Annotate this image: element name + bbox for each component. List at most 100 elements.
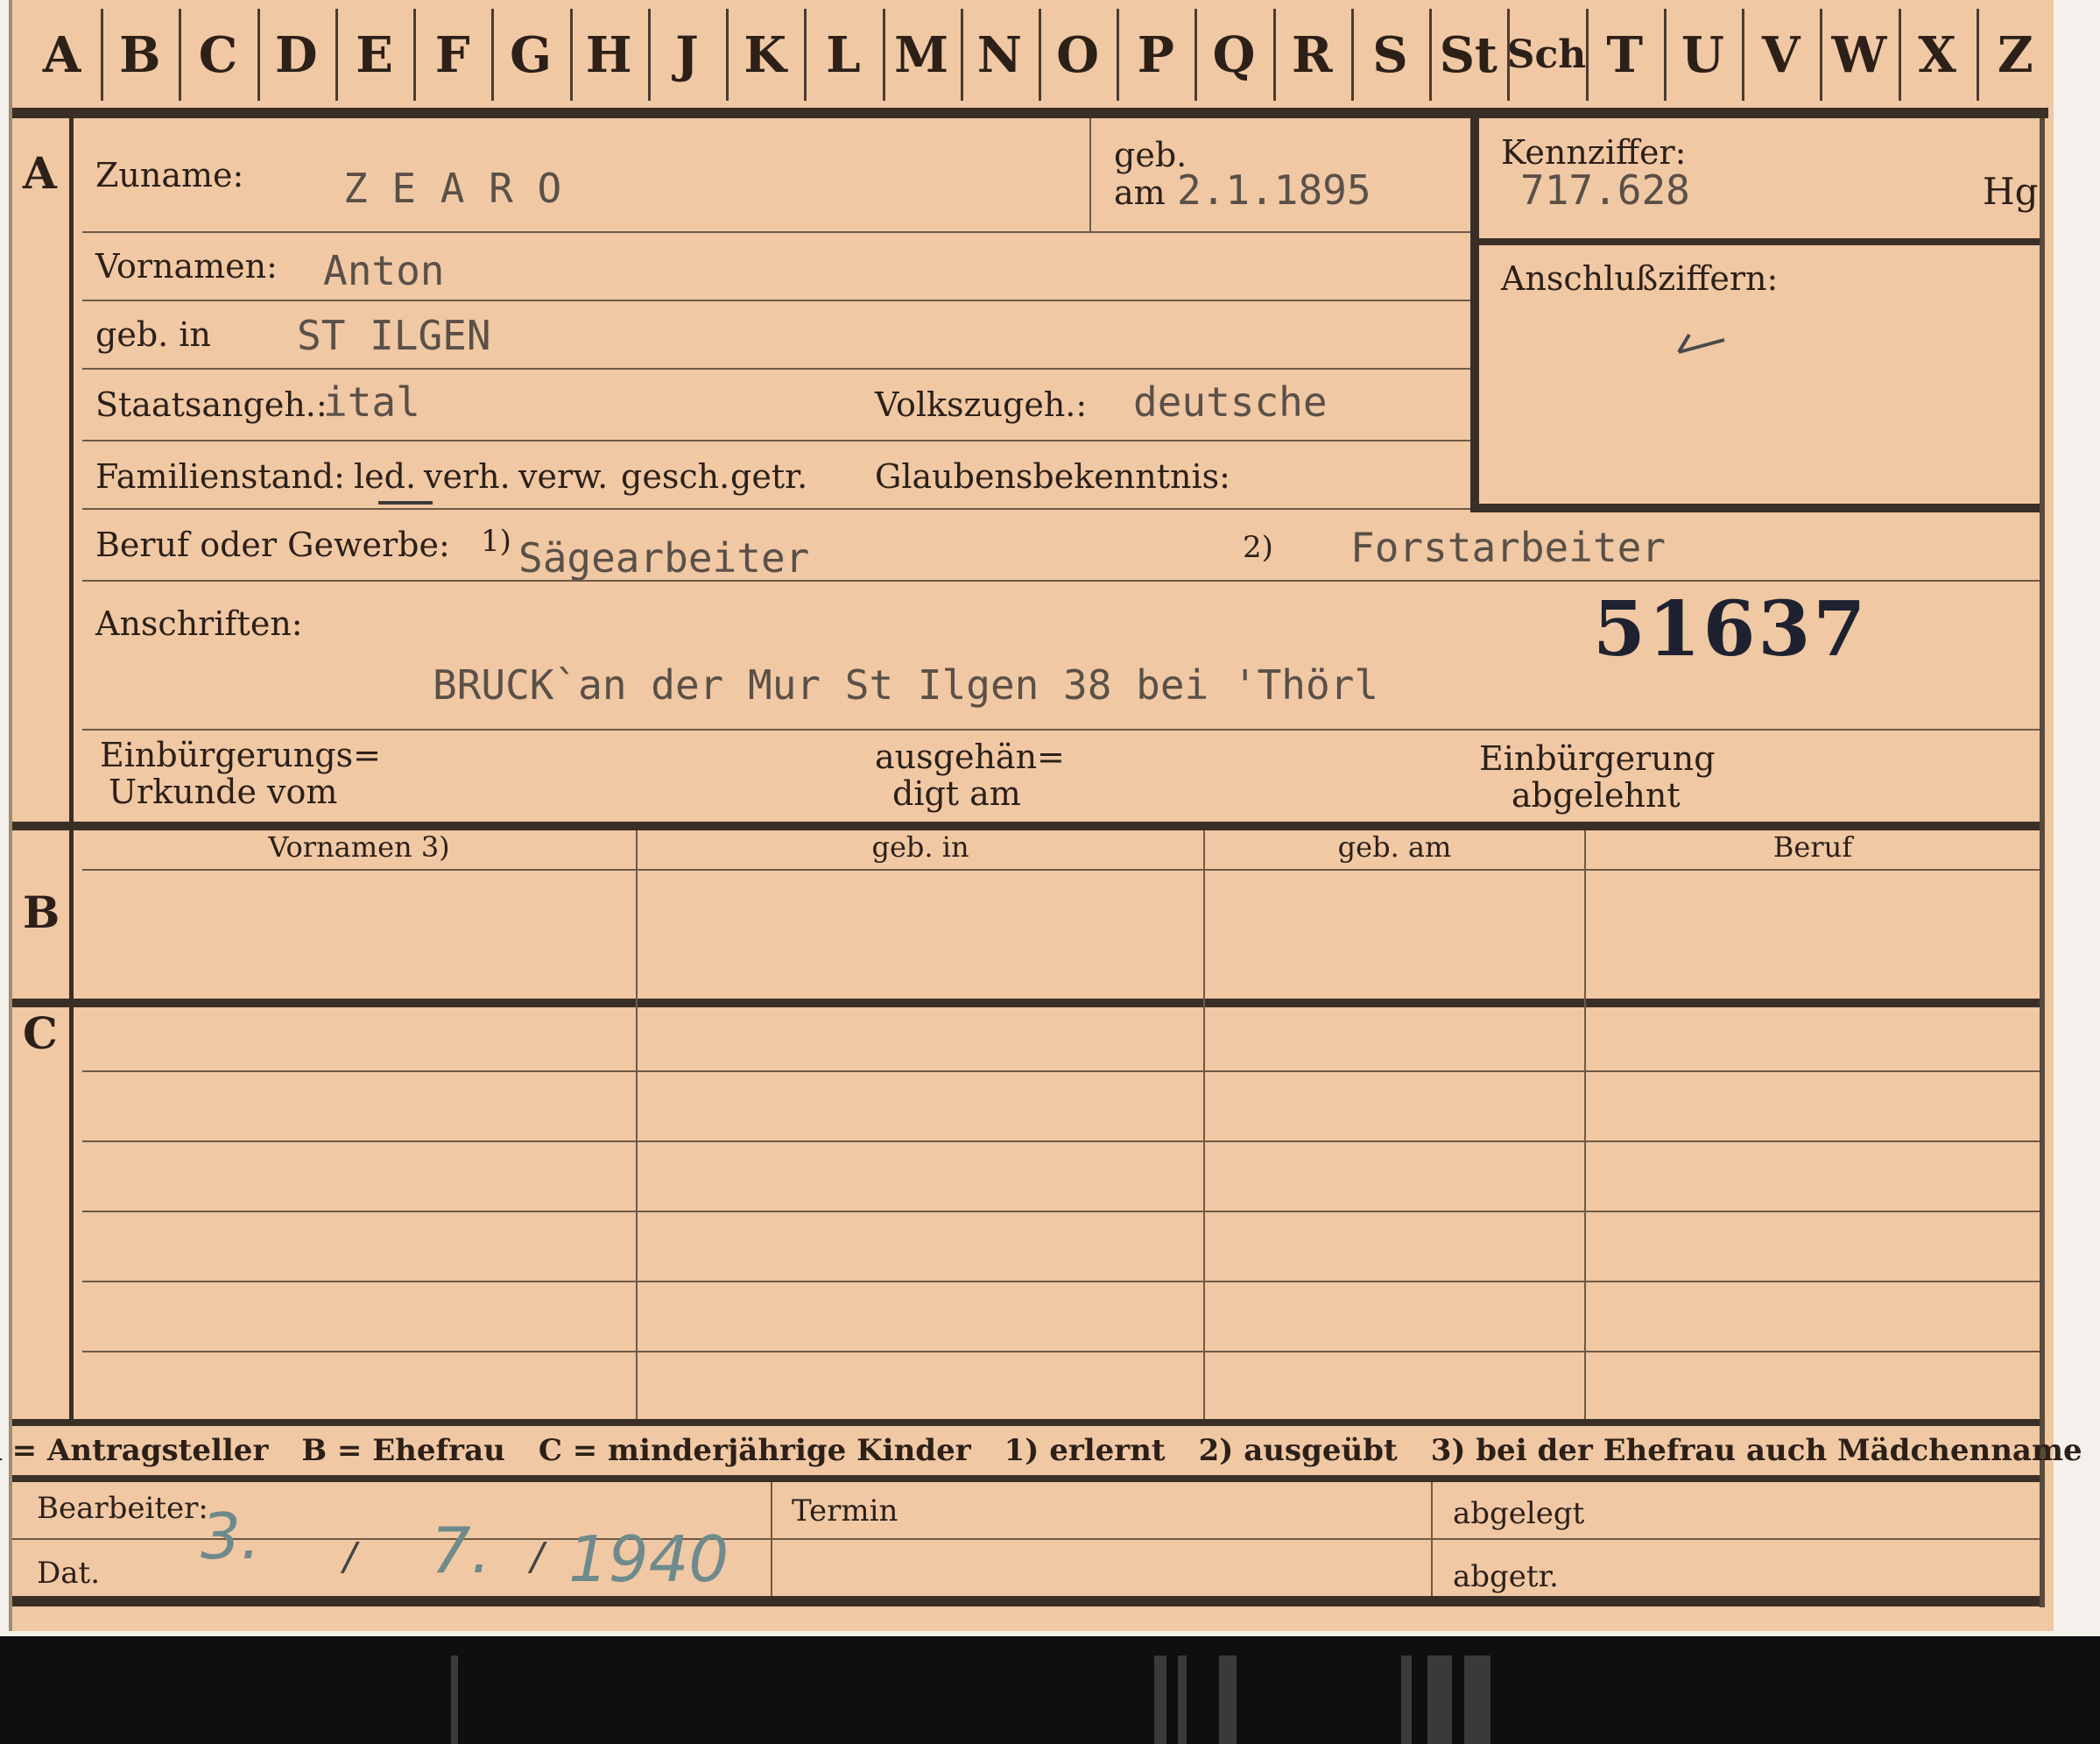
rule [636, 830, 638, 1419]
scan-artifact [1154, 1656, 1166, 1744]
card-number-stamp: 51637 [1593, 585, 1869, 674]
rule [82, 368, 1470, 370]
volkszugeh-value: deutsche [1133, 378, 1328, 426]
birth-date-value: 2.1.1895 [1177, 166, 1371, 214]
tab-separator [1742, 9, 1745, 101]
tab-separator [1820, 9, 1823, 101]
section-divider [69, 118, 74, 1423]
tab-separator [1585, 9, 1589, 101]
alphabet-tab: D [275, 25, 318, 84]
tab-separator [1039, 9, 1041, 101]
scan-artifact [1427, 1656, 1452, 1744]
alphabet-tab: H [585, 25, 632, 84]
tab-separator [1507, 9, 1511, 101]
section-a-letter: A [23, 147, 57, 199]
col-header-geb-in: geb. in [871, 830, 969, 864]
tab-separator [1272, 9, 1276, 101]
alphabet-tab: U [1681, 25, 1724, 84]
tab-separator [1663, 9, 1667, 101]
glaubens-label: Glaubensbekenntnis: [875, 457, 1230, 496]
tab-separator [1429, 9, 1433, 101]
section-separator [12, 999, 2040, 1007]
legend-border [12, 1475, 2040, 1482]
alphabet-tab: Q [1212, 25, 1256, 84]
tab-separator [1194, 9, 1198, 101]
termin-label: Termin [792, 1493, 898, 1529]
check-mark-icon [1677, 333, 1725, 354]
alphabet-tab: P [1137, 25, 1174, 84]
tab-separator [101, 9, 104, 101]
legend-note-2: 2) ausgeübt [1198, 1433, 1398, 1468]
rule [1089, 118, 1091, 232]
alphabet-tab: N [976, 25, 1022, 84]
rule [82, 729, 2040, 731]
date-day-handwritten: 3. [201, 1500, 261, 1573]
tab-separator [882, 9, 885, 101]
rule [1203, 830, 1205, 1419]
geb-in-value: ST ILGEN [297, 312, 491, 359]
kennziffer-box-border [1479, 238, 2040, 245]
tab-separator [1898, 9, 1901, 101]
rule [1431, 1482, 1433, 1596]
section-b-letter: B [23, 886, 60, 938]
abgelegt-label: abgelegt [1453, 1496, 1585, 1531]
zuname-label: Zuname: [95, 156, 244, 194]
zuname-value: Z E A R O [343, 165, 562, 212]
alphabet-tab: M [894, 25, 949, 84]
anschriften-label: Anschriften: [95, 604, 303, 643]
legend-b: B = Ehefrau [301, 1433, 505, 1468]
col-header-beruf: Beruf [1772, 830, 1853, 864]
familienstand-option-verw: verw. [518, 457, 609, 496]
einbuergerung-urkunde-label-1: Einbürgerungs= [100, 736, 381, 774]
tab-separator [1117, 9, 1120, 101]
rule [771, 1482, 772, 1596]
einbuergerung-urkunde-label-2: Urkunde vom [109, 773, 338, 811]
registration-card: A B C D E F G H J K L M N O P Q R S St Sch T U V W X Z A B C Zuna… [0, 0, 2082, 1631]
address-value: BRUCK`an der Mur St Ilgen 38 bei 'Thörl [433, 661, 1379, 709]
geb-label: geb. [1114, 136, 1187, 174]
alphabet-tab: V [1761, 25, 1801, 84]
tab-separator [647, 9, 651, 101]
legend-c: C = minderjährige Kinder [538, 1433, 971, 1468]
tab-separator [413, 9, 417, 101]
alphabet-tab: B [119, 25, 161, 84]
dat-label: Dat. [37, 1556, 101, 1591]
ausgehaendigt-label-1: ausgehän= [875, 738, 1065, 776]
vornamen-label: Vornamen: [95, 247, 278, 286]
volkszugeh-label: Volkszugeh.: [875, 385, 1088, 424]
alphabet-tab: Z [1997, 25, 2033, 84]
legend-note-3: 3) bei der Ehefrau auch Mädchenname [1430, 1433, 2082, 1468]
bearbeiter-label: Bearbeiter: [37, 1491, 208, 1526]
einbuergerung-abgelehnt-label-1: Einbürgerung [1479, 739, 1716, 778]
beruf-note-2: 2) [1243, 530, 1273, 565]
alphabet-tab: E [356, 25, 393, 84]
alphabet-tab: F [434, 25, 470, 84]
rule [82, 1281, 2040, 1282]
legend-note-1: 1) erlernt [1004, 1433, 1166, 1468]
staatsangeh-label: Staatsangeh.: [95, 385, 328, 424]
alphabet-tab: S [1372, 25, 1408, 84]
alphabet-tab: C [198, 25, 238, 84]
staatsangeh-value: ital [323, 378, 420, 426]
tab-separator [960, 9, 963, 101]
beruf-label: Beruf oder Gewerbe: [95, 526, 450, 564]
rule [1584, 830, 1586, 1419]
scan-artifact [1219, 1656, 1237, 1744]
familienstand-option-getr: getr. [730, 457, 808, 496]
col-header-vornamen: Vornamen 3) [268, 830, 450, 864]
geb-in-label: geb. in [95, 315, 211, 354]
strip-border [12, 108, 2048, 118]
rule [82, 300, 1470, 301]
familienstand-option-gesch: gesch. [621, 457, 730, 496]
scan-background [0, 1636, 2100, 1744]
date-separator: / [531, 1535, 544, 1579]
section-c-letter: C [23, 1007, 58, 1059]
tab-separator [569, 9, 573, 101]
alphabet-tab: T [1606, 25, 1644, 84]
rule [82, 1351, 2040, 1352]
alphabet-tab: R [1292, 25, 1333, 84]
beruf-ausgeuebt-value: Forstarbeiter [1350, 524, 1667, 571]
rule [82, 440, 1470, 441]
rule [82, 1211, 2040, 1212]
familienstand-label: Familienstand: [95, 457, 345, 496]
